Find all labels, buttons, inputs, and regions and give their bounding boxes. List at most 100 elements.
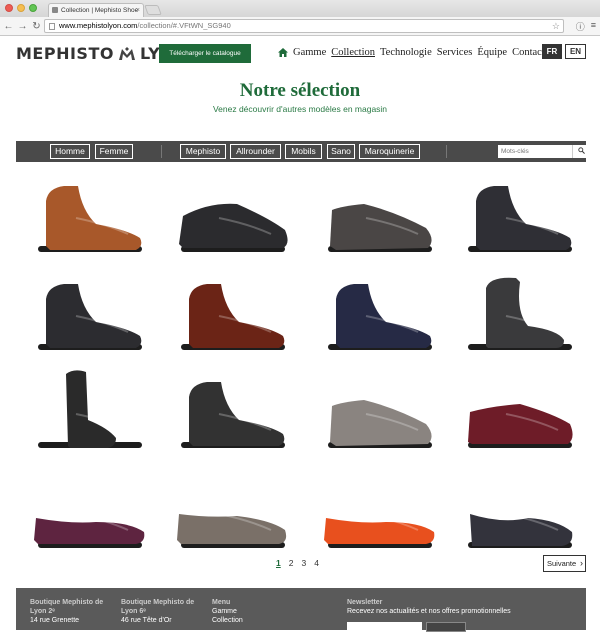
page-link-3[interactable]: 3 xyxy=(301,558,306,568)
back-icon[interactable]: ← xyxy=(3,21,14,32)
product-card[interactable] xyxy=(446,166,588,258)
browser-tab[interactable]: Collection | Mephisto Shoe × xyxy=(48,3,144,17)
close-window-button[interactable] xyxy=(5,4,13,12)
page-subtitle: Venez découvrir d'autres modèles en maga… xyxy=(212,104,388,114)
product-card[interactable] xyxy=(306,264,448,356)
product-card[interactable] xyxy=(16,264,158,356)
footer-store-lyon2-title: Boutique Mephisto de Lyon 2ᵉ xyxy=(30,599,104,615)
newsletter-submit-button[interactable] xyxy=(426,622,466,632)
footer-menu-title: Menu xyxy=(212,599,231,606)
product-card[interactable] xyxy=(16,362,158,454)
shoe-image xyxy=(324,518,435,544)
nav-equipe[interactable]: Équipe xyxy=(477,47,507,58)
reload-icon[interactable]: ↻ xyxy=(31,21,42,32)
product-card[interactable] xyxy=(446,462,588,554)
footer-store-lyon2: Boutique Mephisto de Lyon 2ᵉ 14 rue Gren… xyxy=(30,598,110,625)
shoe-image xyxy=(336,284,432,348)
pagination: 1 2 3 4 xyxy=(276,558,319,568)
minimize-window-button[interactable] xyxy=(17,4,25,12)
main-nav: Gamme Collection Technologie Services Éq… xyxy=(278,47,545,58)
product-card[interactable] xyxy=(306,166,448,258)
shoe-image xyxy=(330,400,432,446)
address-bar[interactable]: www.mephistolyon.com/collection/#.VFtWN_… xyxy=(44,19,564,33)
url-host: www.mephistolyon.com xyxy=(59,21,138,30)
footer-newsletter: Newsletter Recevez nos actualités et nos… xyxy=(347,598,547,616)
nav-collection[interactable]: Collection xyxy=(331,47,375,58)
filter-divider xyxy=(446,145,447,158)
product-card[interactable] xyxy=(159,166,301,258)
product-card[interactable] xyxy=(446,362,588,454)
filter-maroquinerie[interactable]: Maroquinerie xyxy=(359,144,420,159)
filter-mephisto[interactable]: Mephisto xyxy=(180,144,226,159)
page-icon xyxy=(49,23,55,30)
shoe-image xyxy=(330,204,432,250)
filter-sano[interactable]: Sano xyxy=(327,144,355,159)
footer-newsletter-text: Recevez nos actualités et nos offres pro… xyxy=(347,608,511,615)
page-link-1[interactable]: 1 xyxy=(276,558,281,568)
shoe-image xyxy=(46,284,142,348)
nav-gamme[interactable]: Gamme xyxy=(293,47,326,58)
footer-store-lyon6-address: 46 rue Tête d'Or xyxy=(121,617,172,624)
footer-store-lyon6: Boutique Mephisto de Lyon 6ᵉ 46 rue Tête… xyxy=(121,598,201,625)
tab-title: Collection | Mephisto Shoe xyxy=(61,7,139,14)
favicon-icon xyxy=(52,7,58,13)
newsletter-email-input[interactable] xyxy=(347,622,422,632)
logo-text: MEPHISTO xyxy=(16,44,114,63)
filter-mobils[interactable]: Mobils xyxy=(285,144,322,159)
product-card[interactable] xyxy=(159,362,301,454)
url-path: /collection/#.VFtWN_SG940 xyxy=(137,21,231,30)
product-card[interactable] xyxy=(306,462,448,554)
filter-homme[interactable]: Homme xyxy=(50,144,90,159)
site-header: MEPHISTO LYON Télécharger le catalogue G… xyxy=(0,36,600,80)
close-tab-icon[interactable]: × xyxy=(136,4,140,17)
footer-newsletter-title: Newsletter xyxy=(347,599,383,606)
product-card[interactable] xyxy=(446,264,588,356)
nav-services[interactable]: Services xyxy=(437,47,473,58)
filter-allrounder[interactable]: Allrounder xyxy=(230,144,281,159)
shoe-image xyxy=(46,186,142,250)
product-card[interactable] xyxy=(159,264,301,356)
home-icon[interactable] xyxy=(278,48,288,57)
search-button[interactable] xyxy=(572,145,590,158)
info-icon[interactable]: ⓘ xyxy=(576,20,585,33)
keyword-search-input[interactable] xyxy=(498,145,572,158)
lang-en-button[interactable]: EN xyxy=(565,44,586,59)
menu-icon[interactable]: ≡ xyxy=(591,20,596,33)
forward-icon[interactable]: → xyxy=(17,21,28,32)
filter-divider xyxy=(161,145,162,158)
shoe-image xyxy=(476,186,572,250)
page-link-2[interactable]: 2 xyxy=(289,558,294,568)
next-page-button[interactable]: Suivante › xyxy=(543,555,586,572)
shoe-image xyxy=(66,370,116,448)
window-controls xyxy=(5,4,37,12)
shoe-image xyxy=(468,404,573,444)
maximize-window-button[interactable] xyxy=(29,4,37,12)
product-card[interactable] xyxy=(16,462,158,554)
shoe-image xyxy=(189,382,285,446)
next-page-label: Suivante xyxy=(547,559,577,568)
footer-store-lyon6-title: Boutique Mephisto de Lyon 6ᵉ xyxy=(121,599,195,615)
page-link-4[interactable]: 4 xyxy=(314,558,319,568)
lang-fr-button[interactable]: FR xyxy=(542,44,562,59)
new-tab-button[interactable] xyxy=(144,5,162,15)
filter-femme[interactable]: Femme xyxy=(95,144,133,159)
chevron-right-icon: › xyxy=(580,558,583,568)
footer-menu-gamme[interactable]: Gamme xyxy=(212,607,292,616)
site-footer: Boutique Mephisto de Lyon 2ᵉ 14 rue Gren… xyxy=(16,588,586,632)
footer-menu: Menu Gamme Collection xyxy=(212,598,292,625)
nav-technologie[interactable]: Technologie xyxy=(380,47,432,58)
nav-contact[interactable]: Contact xyxy=(512,47,545,58)
filter-bar: Homme Femme Mephisto Allrounder Mobils S… xyxy=(16,141,590,162)
product-card[interactable] xyxy=(16,166,158,258)
m-horse-icon xyxy=(118,46,135,60)
footer-menu-collection[interactable]: Collection xyxy=(212,616,292,625)
footer-store-lyon2-address: 14 rue Grenette xyxy=(30,617,80,624)
shoe-image xyxy=(179,203,288,248)
page-title: Notre sélection xyxy=(239,80,361,101)
product-card[interactable] xyxy=(159,462,301,554)
search-icon xyxy=(578,147,585,154)
bookmark-star-icon[interactable]: ☆ xyxy=(552,20,560,32)
product-card[interactable] xyxy=(306,362,448,454)
browser-toolbar: ← → ↻ www.mephistolyon.com/collection/#.… xyxy=(0,17,600,36)
download-catalog-button[interactable]: Télécharger le catalogue xyxy=(159,44,251,63)
